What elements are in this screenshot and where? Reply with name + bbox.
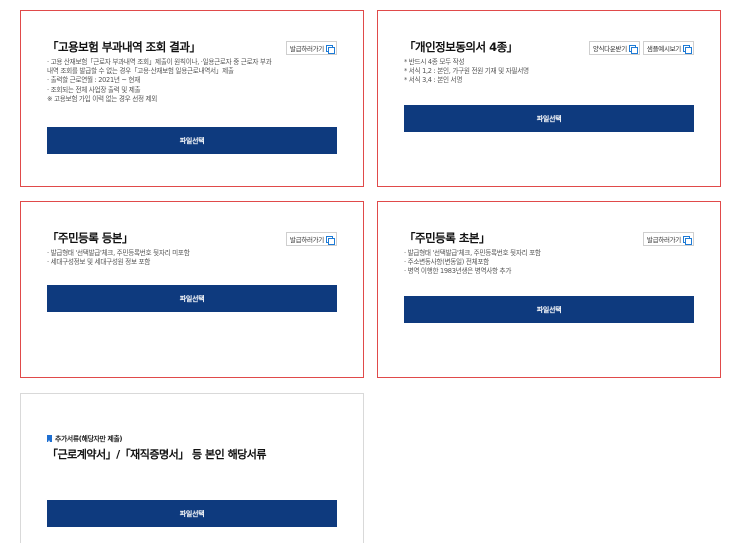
desc-line: · 주소변동사항(변동일) 전체포함 <box>404 258 489 267</box>
card-description: · 발급형태 '선택발급'체크, 주민등록번호 뒷자리 포함 · 주소변동사항(… <box>404 249 696 277</box>
desc-line: · 조회되는 전체 사업장 출력 및 제출 <box>47 85 141 94</box>
document-card-resident-register-abstract: 「주민등록 초본」 발급하러가기 · 발급형태 '선택발급'체크, 주민등록번호… <box>377 201 721 378</box>
document-card-additional: 추가서류(해당자만 제출) 「근로계약서」/「재직증명서」 등 본인 해당서류 … <box>20 393 364 543</box>
additional-docs-tag: 추가서류(해당자만 제출) <box>47 433 123 443</box>
desc-line: · 출력할 근로연월 : 2021년 ~ 현재 <box>47 76 140 85</box>
desc-line: * 서식 1,2 : 본인, 가구원 전원 기재 및 자필서명 <box>404 67 529 76</box>
desc-line: ※ 고용보험 가입 이력 없는 경우 선정 제외 <box>47 94 158 103</box>
button-label: 발급하러가기 <box>289 45 324 53</box>
bookmark-icon <box>47 434 52 442</box>
file-select-button[interactable]: 파일선택 <box>404 296 694 323</box>
tag-label: 추가서류(해당자만 제출) <box>55 435 123 443</box>
file-select-button[interactable]: 파일선택 <box>404 105 694 132</box>
desc-line: * 반드시 4종 모두 작성 <box>404 58 465 66</box>
copy-icon <box>326 44 335 54</box>
card-title: 「주민등록 등본」 <box>47 231 133 245</box>
card-actions: 발급하러가기 <box>642 232 694 246</box>
view-sample-button[interactable]: 샘플예시보기 <box>642 41 694 55</box>
issue-link-button[interactable]: 발급하러가기 <box>642 232 694 246</box>
card-description: · 발급형태 '선택발급'체크, 주민등록번호 뒷자리 미포함 · 세대구성정보… <box>47 249 339 267</box>
desc-line: · 세대구성정보 및 세대구성원 정보 포함 <box>47 258 151 267</box>
card-title: 「개인정보동의서 4종」 <box>404 40 518 54</box>
card-description: · 고용 산재보험「근로자 부과내역 조회」제출이 원칙이나, ·일용근로자 중… <box>47 58 339 104</box>
download-form-button[interactable]: 양식다운받기 <box>588 41 640 55</box>
document-card-employment-insurance: 「고용보험 부과내역 조회 결과」 발급하러가기 · 고용 산재보험「근로자 부… <box>20 10 364 187</box>
card-actions: 양식다운받기 샘플예시보기 <box>588 41 694 55</box>
button-label: 양식다운받기 <box>592 45 627 53</box>
card-title: 「근로계약서」/「재직증명서」 등 본인 해당서류 <box>47 448 267 461</box>
desc-line: · 고용 산재보험「근로자 부과내역 조회」제출이 원칙이나, ·일용근로자 중… <box>47 58 272 66</box>
document-card-privacy-consent: 「개인정보동의서 4종」 양식다운받기 샘플예시보기 * 반드시 4종 모두 작… <box>377 10 721 187</box>
copy-icon <box>683 235 692 245</box>
card-title: 「고용보험 부과내역 조회 결과」 <box>47 40 201 54</box>
issue-link-button[interactable]: 발급하러가기 <box>285 232 337 246</box>
button-label: 발급하러가기 <box>289 236 324 244</box>
file-select-button[interactable]: 파일선택 <box>47 500 337 527</box>
copy-icon <box>683 44 692 54</box>
desc-line: · 병역 이행한 1983년생은 병역사항 추가 <box>404 267 512 276</box>
copy-icon <box>326 235 335 245</box>
card-actions: 발급하러가기 <box>285 41 337 55</box>
file-select-button[interactable]: 파일선택 <box>47 127 337 154</box>
desc-line: 내역 조회를 발급할 수 없는 경우「고용·산재보험 일용근로내역서」제출 <box>47 67 234 76</box>
desc-line: * 서식 3,4 : 본인 서명 <box>404 76 463 85</box>
document-card-resident-register-copy: 「주민등록 등본」 발급하러가기 · 발급형태 '선택발급'체크, 주민등록번호… <box>20 201 364 378</box>
desc-line: · 발급형태 '선택발급'체크, 주민등록번호 뒷자리 미포함 <box>47 249 190 257</box>
desc-line: · 발급형태 '선택발급'체크, 주민등록번호 뒷자리 포함 <box>404 249 541 257</box>
card-title: 「주민등록 초본」 <box>404 231 490 245</box>
button-label: 발급하러가기 <box>646 236 681 244</box>
file-select-button[interactable]: 파일선택 <box>47 285 337 312</box>
issue-link-button[interactable]: 발급하러가기 <box>285 41 337 55</box>
card-description: * 반드시 4종 모두 작성 * 서식 1,2 : 본인, 가구원 전원 기재 … <box>404 58 696 86</box>
button-label: 샘플예시보기 <box>646 45 681 53</box>
copy-icon <box>628 44 638 54</box>
card-actions: 발급하러가기 <box>285 232 337 246</box>
